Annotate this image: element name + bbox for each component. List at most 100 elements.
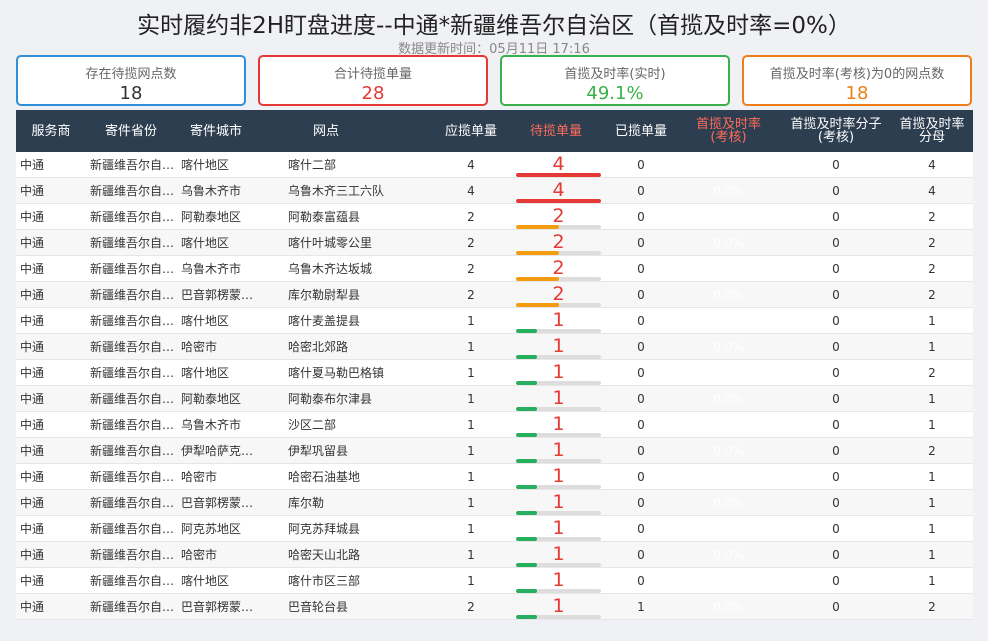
pending-progress-bar bbox=[516, 459, 601, 463]
column-header-pending[interactable]: 待揽单量 bbox=[511, 110, 601, 152]
cell-city: 乌鲁木齐市 bbox=[181, 184, 242, 198]
cell-pending: 1 bbox=[511, 360, 606, 386]
table-body: 中通 新疆维吾尔自… 喀什地区 喀什二部 4 4 0 0.0% 0 4 中通 新疆维吾尔自… 乌鲁木齐市… bbox=[16, 152, 973, 620]
cell-carrier: 中通 bbox=[20, 314, 45, 328]
cell-pending: 1 bbox=[511, 386, 606, 412]
pending-progress-bar bbox=[516, 537, 601, 541]
column-header-site[interactable]: 网点 bbox=[256, 110, 396, 152]
column-header-picked[interactable]: 已揽单量 bbox=[601, 110, 681, 152]
table-row[interactable]: 中通 新疆维吾尔自… 乌鲁木齐市 沙区二部 1 1 0 0.0% 0 1 bbox=[16, 412, 973, 438]
cell-rate: 0.0% bbox=[713, 340, 744, 354]
pending-progress-bar bbox=[516, 407, 601, 411]
table-row[interactable]: 中通 新疆维吾尔自… 喀什地区 喀什二部 4 4 0 0.0% 0 4 bbox=[16, 152, 973, 178]
table-row[interactable]: 中通 新疆维吾尔自… 乌鲁木齐市 乌鲁木齐达坂城 2 2 0 0.0% 0 2 bbox=[16, 256, 973, 282]
cell-picked: 0 bbox=[637, 210, 645, 224]
cell-pending: 1 bbox=[511, 542, 606, 568]
cell-denom: 4 bbox=[928, 184, 936, 198]
cell-site: 喀什麦盖提县 bbox=[288, 314, 361, 328]
cell-numer: 0 bbox=[832, 366, 840, 380]
kpi-card-pending-sites: 存在待揽网点数 18 bbox=[16, 55, 246, 106]
cell-picked: 0 bbox=[637, 548, 645, 562]
cell-site: 阿勒泰富蕴县 bbox=[288, 210, 361, 224]
table-row[interactable]: 中通 新疆维吾尔自… 阿勒泰地区 阿勒泰布尔津县 1 1 0 0.0% 0 1 bbox=[16, 386, 973, 412]
cell-picked: 0 bbox=[637, 470, 645, 484]
table-row[interactable]: 中通 新疆维吾尔自… 喀什地区 喀什叶城零公里 2 2 0 0.0% 0 2 bbox=[16, 230, 973, 256]
table-row[interactable]: 中通 新疆维吾尔自… 喀什地区 喀什市区三部 1 1 0 0.0% 0 1 bbox=[16, 568, 973, 594]
table-row[interactable]: 中通 新疆维吾尔自… 乌鲁木齐市 乌鲁木齐三工六队 4 4 0 0.0% 0 4 bbox=[16, 178, 973, 204]
table-row[interactable]: 中通 新疆维吾尔自… 巴音郭楞蒙… 库尔勒 1 1 0 0.0% 0 1 bbox=[16, 490, 973, 516]
column-header-province[interactable]: 寄件省份 bbox=[86, 110, 176, 152]
kpi-value: 49.1% bbox=[586, 83, 644, 104]
cell-province: 新疆维吾尔自… bbox=[90, 418, 175, 432]
cell-rate: 0.0% bbox=[713, 288, 744, 302]
table-row[interactable]: 中通 新疆维吾尔自… 哈密市 哈密石油基地 1 1 0 0.0% 0 1 bbox=[16, 464, 973, 490]
table-row[interactable]: 中通 新疆维吾尔自… 伊犁哈萨克… 伊犁巩留县 1 1 0 0.0% 0 2 bbox=[16, 438, 973, 464]
cell-pending: 2 bbox=[511, 204, 606, 230]
kpi-value: 18 bbox=[119, 83, 143, 104]
pending-count: 1 bbox=[552, 465, 565, 487]
cell-province: 新疆维吾尔自… bbox=[90, 496, 175, 510]
cell-rate: 0.0% bbox=[713, 470, 744, 484]
pending-progress-bar bbox=[516, 355, 601, 359]
table-row[interactable]: 中通 新疆维吾尔自… 哈密市 哈密北郊路 1 1 0 0.0% 0 1 bbox=[16, 334, 973, 360]
table-row[interactable]: 中通 新疆维吾尔自… 哈密市 哈密天山北路 1 1 0 0.0% 0 1 bbox=[16, 542, 973, 568]
cell-pending: 4 bbox=[511, 152, 606, 178]
cell-carrier: 中通 bbox=[20, 210, 45, 224]
table-row[interactable]: 中通 新疆维吾尔自… 喀什地区 喀什麦盖提县 1 1 0 0.0% 0 1 bbox=[16, 308, 973, 334]
pending-count: 1 bbox=[552, 413, 565, 435]
pending-progress-fill bbox=[516, 355, 538, 359]
cell-rate: 0.0% bbox=[713, 496, 744, 510]
cell-province: 新疆维吾尔自… bbox=[90, 210, 175, 224]
table-row[interactable]: 中通 新疆维吾尔自… 喀什地区 喀什夏马勒巴格镇 1 1 0 0.0% 0 2 bbox=[16, 360, 973, 386]
kpi-card-pending-orders: 合计待揽单量 28 bbox=[258, 55, 488, 106]
cell-pending: 2 bbox=[511, 282, 606, 308]
cell-numer: 0 bbox=[832, 522, 840, 536]
cell-city: 乌鲁木齐市 bbox=[181, 418, 242, 432]
pending-count: 4 bbox=[552, 153, 565, 175]
cell-denom: 2 bbox=[928, 236, 936, 250]
cell-rate: 0.0% bbox=[713, 210, 744, 224]
column-header-city[interactable]: 寄件城市 bbox=[176, 110, 256, 152]
cell-carrier: 中通 bbox=[20, 496, 45, 510]
cell-carrier: 中通 bbox=[20, 236, 45, 250]
cell-pending: 1 bbox=[511, 516, 606, 542]
pending-progress-fill bbox=[516, 277, 559, 281]
cell-should: 1 bbox=[467, 314, 475, 328]
column-header-denom[interactable]: 首揽及时率 分母 bbox=[891, 110, 973, 152]
table-row[interactable]: 中通 新疆维吾尔自… 巴音郭楞蒙… 库尔勒尉犁县 2 2 0 0.0% 0 2 bbox=[16, 282, 973, 308]
column-header-rate[interactable]: 首揽及时率 (考核) bbox=[676, 110, 781, 152]
cell-denom: 1 bbox=[928, 548, 936, 562]
site-table: 服务商 寄件省份 寄件城市 网点 应揽单量 待揽单量 已揽单量 首揽及时率 (考核) 首揽及时率… bbox=[16, 110, 973, 620]
cell-should: 1 bbox=[467, 574, 475, 588]
kpi-card-realtime-rate: 首揽及时率(实时) 49.1% bbox=[500, 55, 730, 106]
cell-pending: 1 bbox=[511, 334, 606, 360]
pending-count: 1 bbox=[552, 361, 565, 383]
pending-count: 1 bbox=[552, 439, 565, 461]
pending-progress-fill bbox=[516, 589, 538, 593]
cell-denom: 1 bbox=[928, 314, 936, 328]
pending-progress-bar bbox=[516, 277, 601, 281]
column-header-carrier[interactable]: 服务商 bbox=[16, 110, 86, 152]
cell-denom: 2 bbox=[928, 444, 936, 458]
cell-numer: 0 bbox=[832, 496, 840, 510]
cell-carrier: 中通 bbox=[20, 288, 45, 302]
cell-city: 巴音郭楞蒙… bbox=[181, 288, 254, 302]
table-row[interactable]: 中通 新疆维吾尔自… 巴音郭楞蒙… 巴音轮台县 2 1 1 0.0% 0 2 bbox=[16, 594, 973, 620]
cell-rate: 0.0% bbox=[713, 158, 744, 172]
pending-progress-bar bbox=[516, 589, 601, 593]
cell-picked: 0 bbox=[637, 288, 645, 302]
column-header-should[interactable]: 应揽单量 bbox=[431, 110, 511, 152]
kpi-label: 存在待揽网点数 bbox=[85, 67, 177, 82]
table-row[interactable]: 中通 新疆维吾尔自… 阿克苏地区 阿克苏拜城县 1 1 0 0.0% 0 1 bbox=[16, 516, 973, 542]
cell-should: 2 bbox=[467, 210, 475, 224]
cell-numer: 0 bbox=[832, 210, 840, 224]
cell-numer: 0 bbox=[832, 548, 840, 562]
cell-denom: 4 bbox=[928, 158, 936, 172]
column-header-numer[interactable]: 首揽及时率分子 (考核) bbox=[781, 110, 891, 152]
cell-carrier: 中通 bbox=[20, 418, 45, 432]
pending-progress-fill bbox=[516, 563, 538, 567]
pending-progress-fill bbox=[516, 329, 538, 333]
cell-city: 伊犁哈萨克… bbox=[181, 444, 254, 458]
table-row[interactable]: 中通 新疆维吾尔自… 阿勒泰地区 阿勒泰富蕴县 2 2 0 0.0% 0 2 bbox=[16, 204, 973, 230]
cell-numer: 0 bbox=[832, 470, 840, 484]
